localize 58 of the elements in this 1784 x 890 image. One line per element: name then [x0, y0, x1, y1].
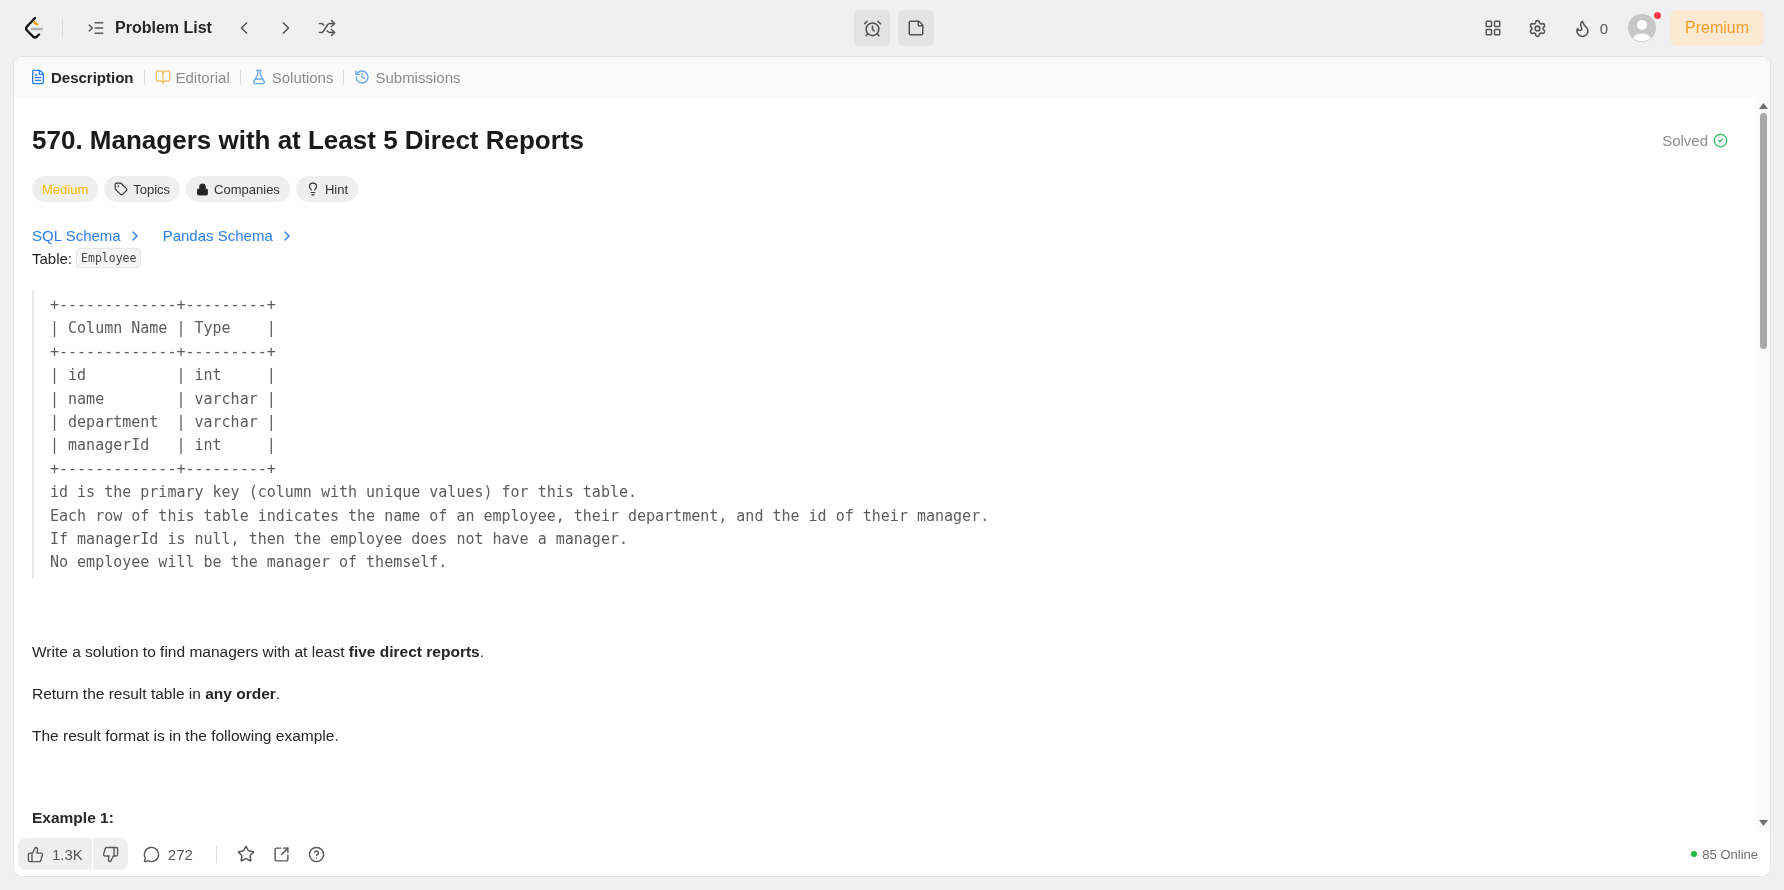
- code-line: Each row of this table indicates the name of an employee, their department, and the id of their manager.: [50, 505, 991, 527]
- grid-icon: [1483, 19, 1502, 37]
- book-icon: [154, 69, 171, 85]
- code-line: | Column Name | Type |: [50, 318, 277, 340]
- code-line: | id | int |: [50, 365, 277, 387]
- description-paragraph: Return the result table in any order.: [32, 683, 282, 704]
- shuffle-icon: [317, 19, 336, 37]
- problem-title: 570. Managers with at Least 5 Direct Reports: [32, 125, 584, 156]
- timer-button[interactable]: [854, 10, 890, 46]
- streak-button[interactable]: 0: [1566, 10, 1614, 46]
- code-line: No employee will be the manager of themself.: [50, 552, 449, 574]
- external-link-icon: [272, 845, 290, 863]
- description-paragraph: Write a solution to find managers with at least five direct reports.: [32, 641, 485, 662]
- comment-icon: [142, 845, 160, 863]
- schema-link[interactable]: Pandas Schema: [162, 227, 295, 244]
- comments-button[interactable]: 272: [133, 845, 202, 863]
- code-line: | managerId | int |: [50, 435, 277, 457]
- note-icon: [907, 19, 925, 37]
- code-line: | department | varchar |: [50, 412, 277, 434]
- schema-link[interactable]: SQL Schema: [32, 227, 143, 244]
- thumbs-up-icon: [27, 845, 44, 863]
- code-line: id is the primary key (column with unique values) for this table.: [50, 482, 638, 504]
- difficulty-label: Medium: [32, 176, 99, 202]
- thumbs-down-icon: [101, 845, 119, 863]
- online-count: 85 Online: [1691, 846, 1758, 862]
- problem-list-button[interactable]: Problem List: [81, 19, 218, 37]
- description-paragraph: The result format is in the following example.: [32, 725, 340, 746]
- flask-icon: [250, 69, 267, 85]
- note-button[interactable]: [898, 10, 934, 46]
- tag-button[interactable]: Companies: [186, 176, 290, 202]
- alarm-clock-icon: [862, 18, 882, 38]
- lock-icon: [196, 182, 210, 196]
- help-icon: [307, 845, 325, 863]
- like-button[interactable]: 1.3K: [18, 838, 92, 870]
- code-line: If managerId is null, then the employee does not have a manager.: [50, 529, 629, 551]
- logo-icon[interactable]: [24, 17, 44, 39]
- table-name: Employee: [76, 248, 142, 268]
- tag-icon: [114, 182, 129, 196]
- scroll-down-icon[interactable]: [1758, 820, 1768, 826]
- code-line: +-------------+---------+: [50, 458, 277, 480]
- history-icon: [354, 69, 371, 85]
- tab[interactable]: Description: [26, 68, 138, 86]
- scroll-up-icon[interactable]: [1758, 103, 1768, 109]
- code-line: +-------------+---------+: [50, 341, 277, 363]
- scrollbar[interactable]: [1756, 97, 1770, 832]
- table-label: Table:: [32, 249, 73, 267]
- tag-button[interactable]: Topics: [104, 176, 181, 202]
- document-icon: [30, 69, 46, 85]
- settings-icon: [1527, 18, 1547, 38]
- code-line: | name | varchar |: [50, 388, 277, 410]
- solved-status: Solved: [1662, 132, 1728, 149]
- list-icon: [87, 19, 105, 37]
- tag-button[interactable]: Hint: [295, 176, 358, 202]
- star-icon: [236, 845, 255, 863]
- check-icon: [1713, 133, 1728, 148]
- code-line: +-------------+---------+: [50, 295, 277, 316]
- example-heading: Example 1:: [32, 808, 115, 827]
- scrollbar-thumb[interactable]: [1759, 113, 1767, 349]
